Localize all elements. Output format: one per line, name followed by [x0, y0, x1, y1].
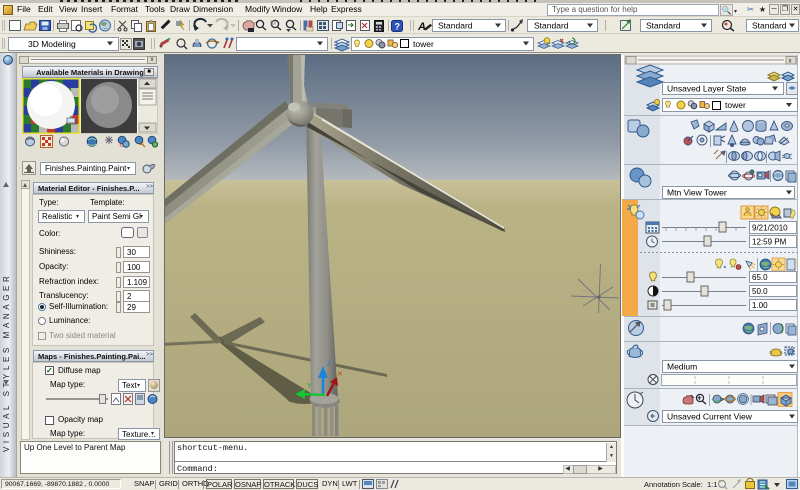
svg-text:Z: Z [327, 361, 332, 368]
svg-text:Mtn View Tower: Mtn View Tower [667, 188, 727, 198]
svg-text:?: ? [395, 22, 401, 32]
svg-text:tower: tower [725, 100, 746, 110]
svg-text:Standard: Standard [438, 21, 473, 31]
svg-text:Unsaved Current View: Unsaved Current View [667, 412, 753, 422]
svg-text:Standard: Standard [646, 21, 681, 31]
svg-text:↻: ↻ [119, 142, 124, 148]
svg-text:+: + [698, 396, 702, 402]
svg-text:50.0: 50.0 [752, 287, 768, 296]
svg-text:+: + [255, 21, 259, 27]
svg-text:65.0: 65.0 [752, 273, 768, 282]
svg-text:1.00: 1.00 [752, 301, 768, 310]
svg-text:Medium: Medium [667, 362, 697, 372]
svg-text:+: + [177, 38, 181, 44]
svg-text:9/21/2010: 9/21/2010 [752, 224, 788, 233]
svg-text:12:59 PM: 12:59 PM [752, 238, 787, 247]
svg-text:x: x [789, 59, 792, 65]
svg-text:✕: ✕ [337, 371, 343, 378]
svg-text:Standard: Standard [752, 21, 787, 31]
svg-text:A: A [417, 21, 426, 33]
svg-text:Unsaved Layer State: Unsaved Layer State [667, 84, 747, 94]
svg-text:3D Modeling: 3D Modeling [28, 39, 76, 49]
svg-text:tower: tower [413, 39, 434, 49]
svg-text:Standard: Standard [534, 21, 569, 31]
svg-text:Y: Y [307, 383, 312, 390]
